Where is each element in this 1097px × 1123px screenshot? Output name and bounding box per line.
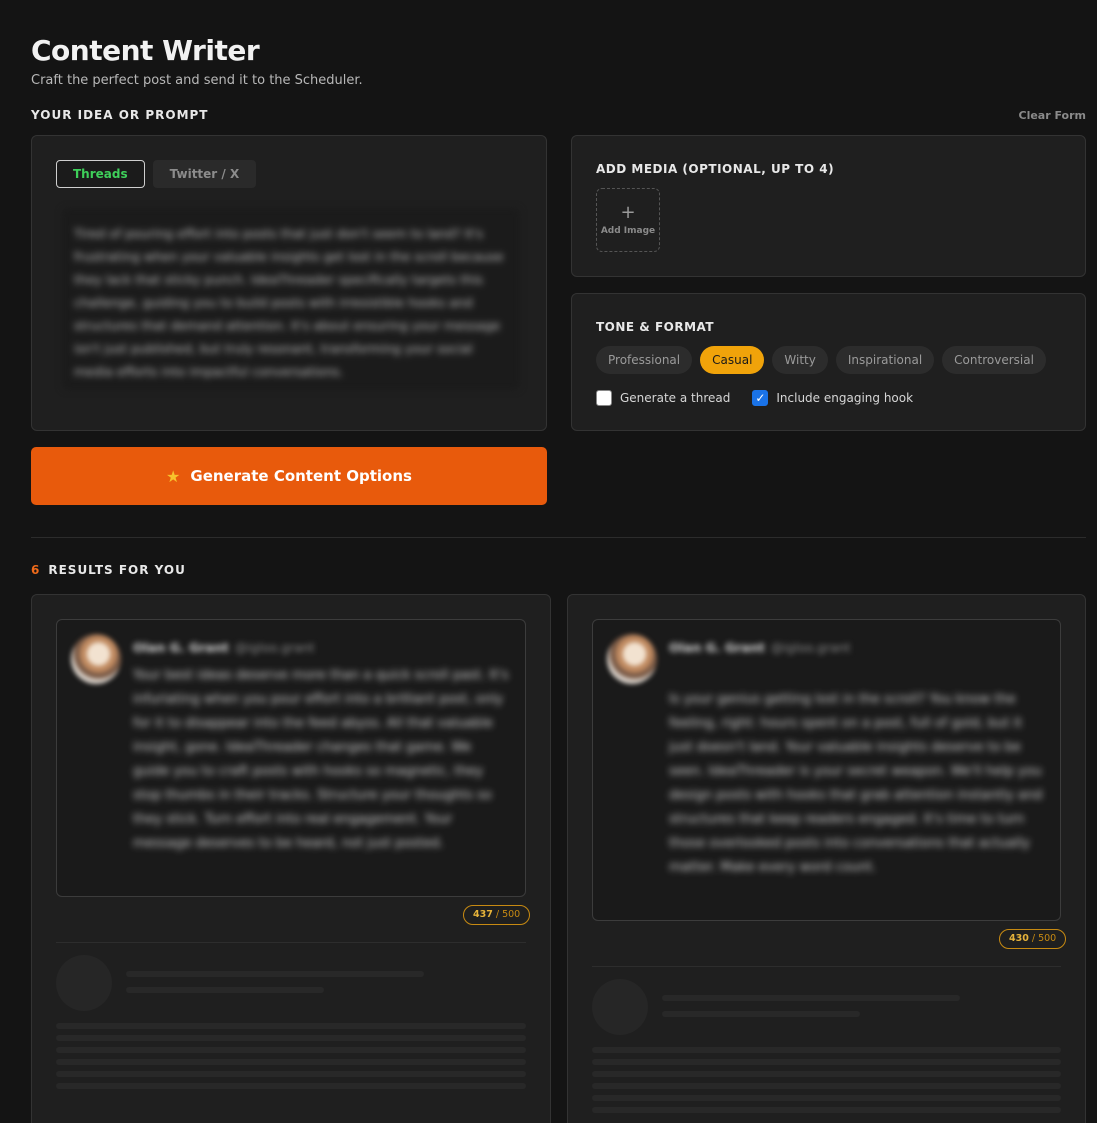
- author-name: Olan G. Grant: [669, 640, 765, 655]
- tone-professional[interactable]: Professional: [596, 346, 693, 374]
- page-title: Content Writer: [31, 34, 260, 67]
- char-count: 430: [1009, 933, 1029, 944]
- tone-controversial[interactable]: Controversial: [942, 346, 1046, 374]
- post-body: Is your genius getting lost in the scrol…: [669, 692, 1043, 875]
- skeleton-line: [592, 1071, 1061, 1077]
- plus-icon: +: [620, 202, 636, 223]
- results-label: RESULTS FOR YOU: [48, 563, 186, 577]
- result-card: Olan G. Grant @igloo.grant Your best idea…: [31, 594, 551, 1123]
- tab-threads[interactable]: Threads: [56, 160, 145, 188]
- generate-thread-label: Generate a thread: [620, 391, 731, 405]
- media-heading: ADD MEDIA (OPTIONAL, UP TO 4): [596, 162, 835, 176]
- add-image-label: Add Image: [600, 226, 656, 236]
- add-image-button[interactable]: + Add Image: [596, 188, 660, 252]
- post-author: Olan G. Grant @igloo.grant: [669, 640, 851, 655]
- author-handle: @igloo.grant: [234, 640, 315, 655]
- skeleton-line: [56, 1047, 526, 1053]
- media-panel: ADD MEDIA (OPTIONAL, UP TO 4) + Add Imag…: [571, 135, 1086, 277]
- tone-options: Professional Casual Witty Inspirational …: [596, 346, 1046, 374]
- prompt-textarea[interactable]: Tired of pouring effort into posts that …: [62, 208, 520, 390]
- avatar: [71, 634, 121, 684]
- skeleton-line: [592, 1047, 1061, 1053]
- post-body: Your best ideas deserve more than a quic…: [133, 668, 509, 851]
- skeleton-line: [592, 1083, 1061, 1089]
- post-author: Olan G. Grant @igloo.grant: [133, 640, 315, 655]
- char-count-badge: 430 / 500: [999, 929, 1067, 949]
- skeleton-line: [126, 971, 424, 977]
- tone-inspirational[interactable]: Inspirational: [835, 346, 935, 374]
- engaging-hook-option[interactable]: ✓ Include engaging hook: [752, 390, 913, 406]
- skeleton-avatar: [592, 979, 648, 1035]
- tone-casual[interactable]: Casual: [700, 346, 765, 374]
- skeleton-line: [592, 1059, 1061, 1065]
- engaging-hook-checkbox[interactable]: ✓: [752, 390, 769, 406]
- card-separator: [592, 966, 1061, 967]
- avatar: [607, 634, 657, 684]
- skeleton-line: [662, 995, 960, 1001]
- clear-form-button[interactable]: Clear Form: [1019, 109, 1087, 122]
- generate-button-label: Generate Content Options: [190, 467, 412, 485]
- prompt-panel: Threads Twitter / X Tired of pouring eff…: [31, 135, 547, 431]
- skeleton-line: [56, 1059, 526, 1065]
- skeleton-line: [56, 1035, 526, 1041]
- result-card: Olan G. Grant @igloo.grant Is your genius…: [567, 594, 1086, 1123]
- tone-heading: TONE & FORMAT: [596, 320, 715, 334]
- post-preview[interactable]: Olan G. Grant @igloo.grant Is your genius…: [592, 619, 1061, 921]
- skeleton-line: [592, 1107, 1061, 1113]
- tab-twitter-x[interactable]: Twitter / X: [152, 160, 257, 188]
- section-divider: [31, 537, 1086, 538]
- generate-content-button[interactable]: ★ Generate Content Options: [31, 447, 547, 505]
- skeleton-line: [592, 1095, 1061, 1101]
- skeleton-line: [56, 1071, 526, 1077]
- generate-thread-option[interactable]: Generate a thread: [596, 390, 730, 406]
- tone-witty[interactable]: Witty: [772, 346, 828, 374]
- skeleton-line: [56, 1083, 526, 1089]
- generate-thread-checkbox[interactable]: [596, 390, 612, 406]
- author-handle: @igloo.grant: [770, 640, 851, 655]
- char-count: 437: [473, 909, 493, 920]
- tone-panel: TONE & FORMAT Professional Casual Witty …: [571, 293, 1086, 431]
- page-subtitle: Craft the perfect post and send it to th…: [31, 73, 363, 88]
- card-separator: [56, 942, 526, 943]
- skeleton-avatar: [56, 955, 112, 1011]
- skeleton-line: [126, 987, 324, 993]
- results-heading: 6 RESULTS FOR YOU: [31, 563, 186, 577]
- star-icon: ★: [166, 466, 181, 486]
- engaging-hook-label: Include engaging hook: [776, 391, 914, 405]
- results-count: 6: [31, 563, 41, 577]
- char-count-badge: 437 / 500: [463, 905, 531, 925]
- char-limit: / 500: [1031, 933, 1057, 944]
- prompt-section-label: YOUR IDEA OR PROMPT: [31, 108, 209, 122]
- char-limit: / 500: [495, 909, 521, 920]
- author-name: Olan G. Grant: [133, 640, 229, 655]
- post-preview[interactable]: Olan G. Grant @igloo.grant Your best idea…: [56, 619, 526, 897]
- skeleton-line: [662, 1011, 860, 1017]
- format-checkboxes: Generate a thread ✓ Include engaging hoo…: [596, 390, 913, 406]
- skeleton-line: [56, 1023, 526, 1029]
- platform-tabs: Threads Twitter / X: [56, 160, 257, 188]
